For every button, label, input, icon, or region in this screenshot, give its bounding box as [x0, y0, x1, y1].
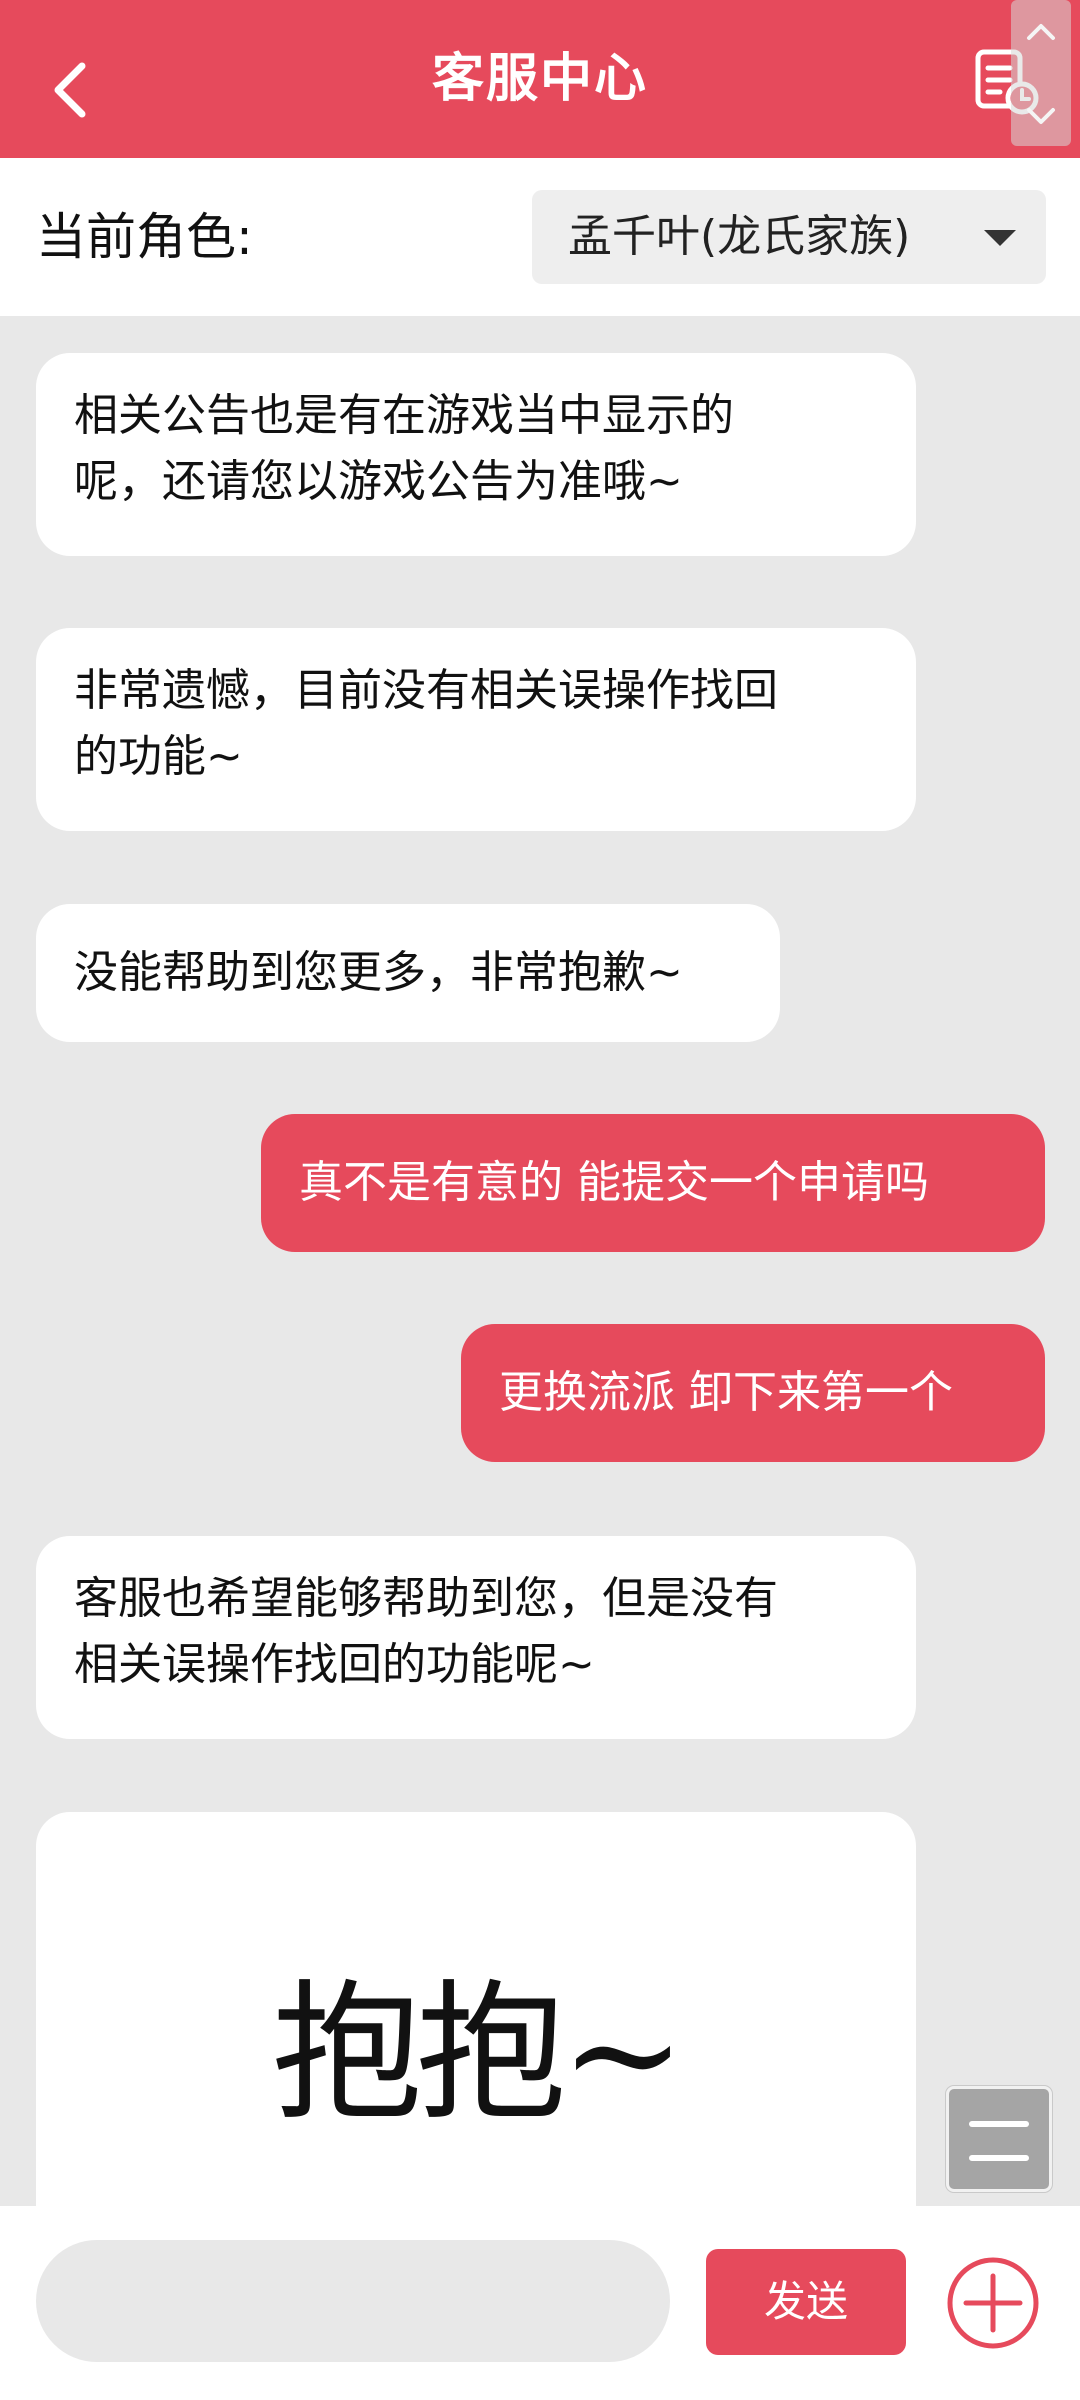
chevron-up-icon[interactable]	[1011, 6, 1071, 56]
floating-scroll-control[interactable]	[1011, 0, 1071, 146]
add-attachment-button[interactable]	[946, 2256, 1040, 2350]
chat-messages[interactable]: 相关公告也是有在游戏当中显示的 呢，还请您以游戏公告为准哦~ 非常遗憾，目前没有…	[0, 316, 1080, 2206]
message-input[interactable]	[36, 2240, 670, 2362]
agent-message: 没能帮助到您更多，非常抱歉~	[36, 904, 780, 1042]
sticker-hug: 抱抱~	[272, 1967, 686, 2141]
agent-message: 客服也希望能够帮助到您，但是没有 相关误操作找回的功能呢~	[36, 1536, 916, 1739]
menu-button[interactable]	[946, 2086, 1052, 2192]
message-line: 真不是有意的 能提交一个申请吗	[299, 1157, 929, 1208]
message-line: 客服也希望能够帮助到您，但是没有	[74, 1573, 778, 1624]
chevron-left-icon	[54, 62, 86, 118]
role-bar: 当前角色: 孟千叶(龙氏家族)	[0, 158, 1080, 316]
composer-bar: 发送	[0, 2206, 1080, 2400]
sticker-message: 抱抱~	[36, 1812, 916, 2206]
user-message: 真不是有意的 能提交一个申请吗	[261, 1114, 1045, 1252]
message-line: 相关公告也是有在游戏当中显示的	[74, 390, 734, 441]
back-button[interactable]	[44, 50, 104, 130]
agent-message: 非常遗憾，目前没有相关误操作找回 的功能~	[36, 628, 916, 831]
page-title: 客服中心	[431, 49, 648, 109]
user-message: 更换流派 卸下来第一个	[461, 1324, 1045, 1462]
send-button[interactable]: 发送	[706, 2249, 906, 2355]
message-line: 的功能~	[74, 731, 243, 782]
chevron-down-icon[interactable]	[1011, 92, 1071, 142]
caret-down-icon	[984, 230, 1016, 246]
role-label: 当前角色:	[36, 208, 253, 266]
message-line: 非常遗憾，目前没有相关误操作找回	[74, 665, 778, 716]
role-dropdown-value: 孟千叶(龙氏家族)	[568, 211, 911, 262]
message-line: 相关误操作找回的功能呢~	[74, 1639, 595, 1690]
message-line: 没能帮助到您更多，非常抱歉~	[74, 947, 683, 998]
agent-message: 相关公告也是有在游戏当中显示的 呢，还请您以游戏公告为准哦~	[36, 353, 916, 556]
plus-circle-icon	[947, 2257, 1039, 2349]
role-dropdown[interactable]: 孟千叶(龙氏家族)	[532, 190, 1046, 284]
message-line: 更换流派 卸下来第一个	[499, 1367, 953, 1418]
app-header: 客服中心	[0, 0, 1080, 158]
message-line: 呢，还请您以游戏公告为准哦~	[74, 456, 683, 507]
